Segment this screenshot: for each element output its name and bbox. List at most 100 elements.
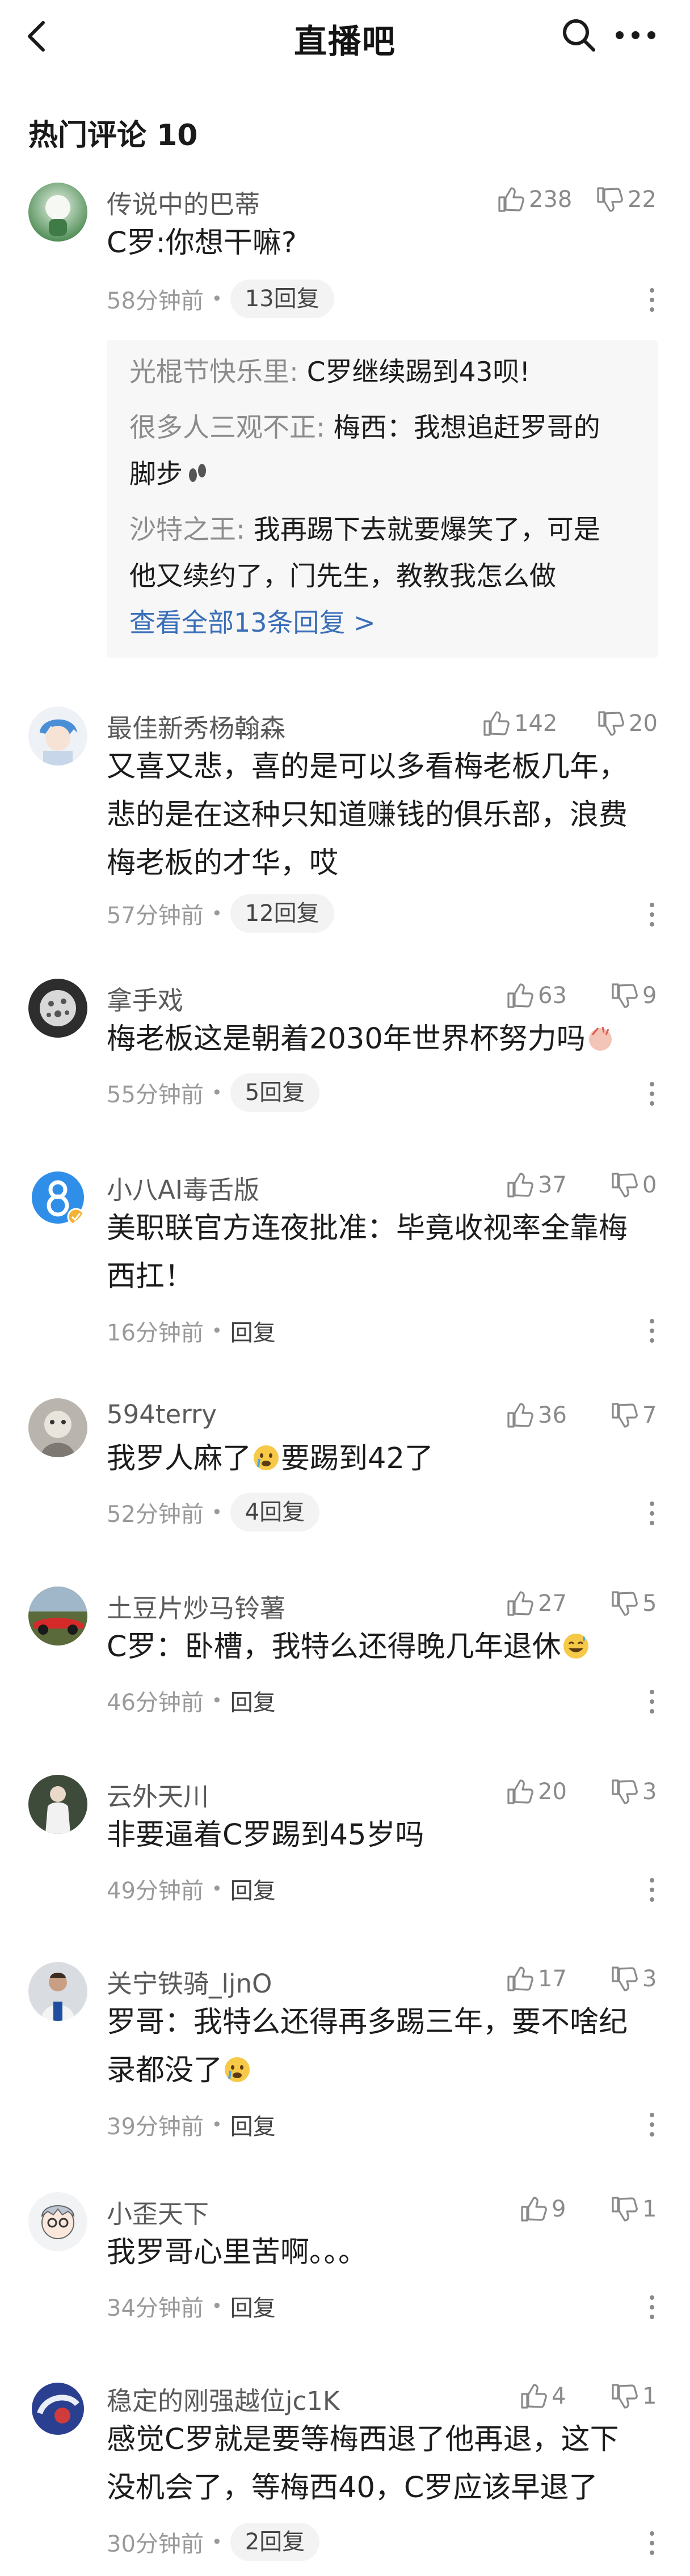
comments-page: 直播吧 热门评论 10 传说中的巴蒂 238 22 C罗:你想干嘛? 58分钟前… [0, 0, 690, 2576]
comment-line-text: 我罗人麻了 [107, 1442, 252, 1475]
username[interactable]: 传说中的巴蒂 [107, 184, 260, 221]
avatar[interactable] [28, 1775, 87, 1834]
dislike-button[interactable]: 3 [609, 1962, 657, 1996]
reply-button[interactable]: 4回复 [230, 1493, 320, 1532]
more-icon[interactable] [614, 29, 657, 41]
kebab-icon[interactable] [648, 1687, 656, 1716]
reply-item[interactable]: 光棍节快乐里: C罗继续踢到43呗! [129, 349, 640, 396]
username[interactable]: 云外天川 [107, 1776, 209, 1813]
reply-item[interactable]: 很多人三观不正: 梅西：我想追赶罗哥的 [129, 405, 640, 451]
kebab-icon[interactable] [648, 1876, 656, 1904]
separator-dot: • [211, 1878, 222, 1900]
reply-button[interactable]: 回复 [230, 1314, 276, 1347]
dislike-count: 20 [629, 710, 658, 737]
thumb-up-icon [521, 2384, 547, 2409]
like-button[interactable]: 63 [505, 979, 567, 1013]
reply-button[interactable]: 13回复 [230, 280, 334, 318]
reply-button[interactable]: 回复 [230, 1684, 276, 1717]
kebab-icon[interactable] [648, 286, 656, 314]
like-count: 63 [538, 983, 567, 1009]
kebab-icon[interactable] [648, 2293, 656, 2321]
separator-dot: • [211, 2531, 222, 2553]
view-all-replies-link[interactable]: 查看全部13条回复 > [129, 602, 376, 640]
thumb-up-icon [521, 2197, 547, 2222]
avatar[interactable] [28, 707, 87, 765]
reply-button[interactable]: 回复 [230, 2108, 276, 2141]
dislike-button[interactable]: 5 [609, 1587, 657, 1621]
reply-item[interactable]: 沙特之王: 我再踢下去就要爆笑了，可是 [129, 507, 640, 553]
separator-dot: • [211, 2114, 222, 2135]
kebab-icon[interactable] [648, 900, 656, 929]
like-button[interactable]: 27 [505, 1587, 567, 1621]
like-button[interactable]: 238 [496, 183, 572, 217]
kebab-icon[interactable] [648, 1080, 656, 1108]
avatar[interactable] [28, 1168, 87, 1227]
comment-meta: 49分钟前 • 回复 [107, 1869, 276, 1909]
separator-dot: • [211, 1320, 222, 1342]
reply-button[interactable]: 2回复 [230, 2523, 320, 2561]
thumb-down-icon [612, 2384, 638, 2409]
kebab-icon[interactable] [648, 1317, 656, 1345]
reply-username: 很多人三观不正: [129, 412, 325, 443]
thumb-down-icon [598, 711, 624, 736]
username[interactable]: 594terry [107, 1399, 217, 1429]
crying-face-emoji-icon [225, 2057, 250, 2082]
thumb-down-icon [597, 187, 623, 212]
like-button[interactable]: 9 [519, 2192, 566, 2226]
like-count: 4 [552, 2383, 566, 2409]
avatar[interactable] [28, 2379, 87, 2438]
reply-button[interactable]: 12回复 [230, 894, 334, 933]
like-button[interactable]: 20 [505, 1775, 567, 1809]
like-count: 238 [529, 187, 573, 213]
dislike-button[interactable]: 3 [609, 1775, 657, 1809]
search-icon[interactable] [561, 17, 597, 53]
comment-meta: 39分钟前 • 回复 [107, 2105, 276, 2144]
dislike-button[interactable]: 9 [609, 979, 657, 1013]
username[interactable]: 拿手戏 [107, 980, 183, 1017]
like-count: 27 [538, 1591, 567, 1617]
username[interactable]: 稳定的刚强越位jc1K [107, 2380, 339, 2417]
like-button[interactable]: 17 [505, 1962, 567, 1996]
reply-button[interactable]: 5回复 [230, 1073, 320, 1112]
comment-line: 梅老板的才华，哎 [107, 847, 339, 880]
username[interactable]: 最佳新秀杨翰森 [107, 708, 285, 745]
comment-meta: 16分钟前 • 回复 [107, 1311, 276, 1351]
username[interactable]: 关宁铁骑_ljnO [107, 1963, 272, 2000]
avatar[interactable] [28, 2192, 87, 2251]
dislike-button[interactable]: 20 [596, 707, 658, 741]
avatar[interactable] [28, 1962, 87, 2021]
timestamp: 30分钟前 [107, 2531, 204, 2557]
avatar[interactable] [28, 979, 87, 1038]
like-count: 17 [538, 1966, 567, 1992]
kebab-icon[interactable] [648, 2529, 656, 2557]
avatar[interactable] [28, 1587, 87, 1646]
comment-line: C罗：卧槽，我特么还得晚几年退休 [107, 1623, 651, 1671]
thumb-up-icon [507, 1779, 533, 1804]
comment-text: 梅老板这是朝着2030年世界杯努力吗 [107, 1015, 651, 1063]
timestamp: 49分钟前 [107, 1878, 204, 1904]
comment-line-text: 录都没了 [107, 2054, 223, 2087]
like-button[interactable]: 37 [505, 1168, 567, 1202]
like-button[interactable]: 36 [505, 1398, 567, 1432]
thumb-up-icon [483, 711, 510, 736]
like-button[interactable]: 4 [519, 2379, 566, 2413]
username[interactable]: 小歪天下 [107, 2193, 209, 2230]
comment-line: 非要逼着C罗踢到45岁吗 [107, 1818, 424, 1852]
dislike-button[interactable]: 1 [609, 2192, 657, 2226]
reply-button[interactable]: 回复 [230, 2290, 276, 2323]
kebab-icon[interactable] [648, 2110, 656, 2139]
username[interactable]: 土豆片炒马铃薯 [107, 1588, 285, 1625]
reply-button[interactable]: 回复 [230, 1872, 276, 1905]
reply-text: C罗继续踢到43呗! [298, 357, 531, 388]
avatar[interactable] [28, 183, 87, 242]
kebab-icon[interactable] [648, 1499, 656, 1528]
like-button[interactable]: 142 [481, 707, 557, 741]
dislike-button[interactable]: 0 [609, 1168, 657, 1202]
avatar[interactable] [28, 1398, 87, 1457]
comment-line-text: 要踢到42了 [281, 1442, 434, 1475]
comment-line: C罗:你想干嘛? [107, 226, 297, 260]
username[interactable]: 小八AI毒舌版 [107, 1169, 259, 1206]
dislike-button[interactable]: 1 [609, 2379, 657, 2413]
dislike-button[interactable]: 7 [609, 1398, 657, 1432]
dislike-button[interactable]: 22 [595, 183, 657, 217]
